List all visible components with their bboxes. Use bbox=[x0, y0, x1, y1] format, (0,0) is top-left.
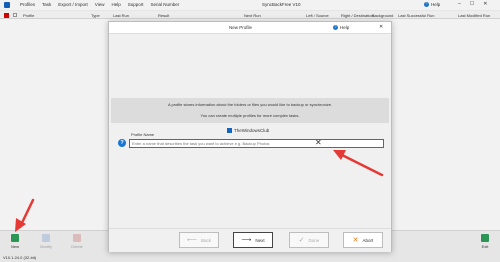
annotation-arrows bbox=[15, 150, 384, 232]
arrow-to-new-button-icon bbox=[15, 198, 35, 232]
arrow-to-input-icon bbox=[333, 150, 384, 177]
